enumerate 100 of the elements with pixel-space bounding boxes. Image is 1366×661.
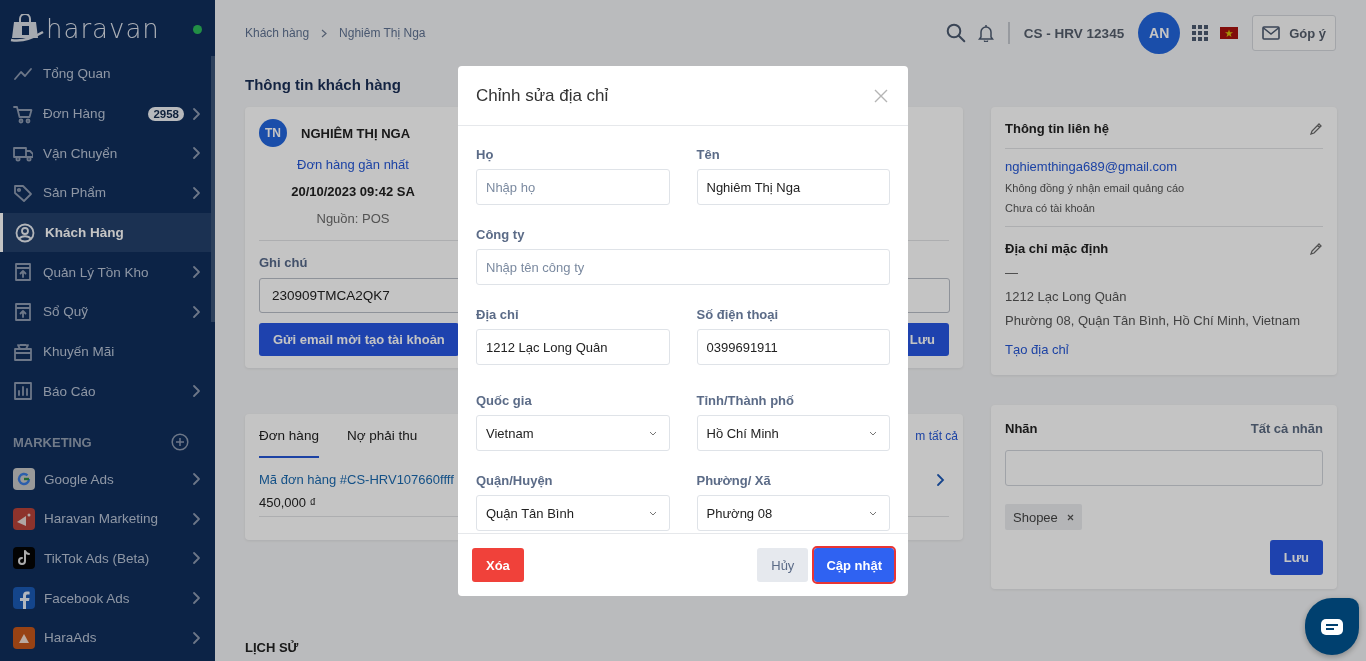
input-field[interactable]: 0399691911 [696, 329, 890, 365]
user-circle-icon [15, 222, 35, 243]
field-label: Số điện thoại [696, 307, 780, 322]
create-address-link[interactable]: Tạo địa chỉ [1005, 342, 1323, 357]
breadcrumb-link[interactable]: Nghiêm Thị Nga [339, 26, 426, 40]
order-source: Nguồn: POS [316, 211, 390, 226]
update-button[interactable]: Cập nhật [814, 548, 894, 582]
card-title: Thông tin liên hệ [1005, 121, 1109, 136]
input-field[interactable]: Nhập tên công ty [476, 249, 890, 285]
pencil-icon [1309, 241, 1323, 256]
music-note-app-icon [13, 547, 35, 570]
field-label: Công ty [476, 227, 526, 242]
cart-icon [13, 103, 33, 124]
save-button[interactable]: Lưu [1269, 540, 1323, 575]
sidebar-item[interactable]: Facebook Ads [0, 578, 215, 618]
archive-icon [13, 262, 33, 283]
chat-button[interactable] [1305, 598, 1359, 655]
order-date: 20/10/2023 09:42 SA [291, 184, 415, 199]
card-title: Nhãn [1005, 421, 1038, 436]
chevron-right-icon [192, 185, 201, 200]
sidebar-item[interactable]: HaraAds [0, 617, 215, 658]
address-line: 1212 Lạc Long Quân [1005, 289, 1128, 304]
input-field[interactable]: Nhập họ [476, 169, 670, 205]
sidebar-item[interactable]: Khuyến Mãi [0, 331, 215, 372]
dropdown[interactable]: Phường 08 [696, 495, 890, 531]
email-link[interactable]: nghiemthinga689@gmail.com [1005, 159, 1323, 174]
tag-field[interactable] [1005, 450, 1323, 486]
chevron-right-icon [192, 265, 201, 280]
cancel-button[interactable]: Hủy [757, 548, 809, 582]
pencil-icon [1309, 121, 1323, 136]
customer-avatar: TN [259, 119, 287, 147]
field-label: Tỉnh/Thành phố [696, 393, 795, 408]
triangle-app-icon [13, 626, 35, 649]
user-avatar[interactable]: AN [1138, 12, 1181, 54]
gift-icon [13, 341, 33, 362]
input-field[interactable]: Nghiêm Thị Nga [696, 169, 890, 205]
order-link[interactable]: Mã đơn hàng #CS-HRV107660ffff [259, 472, 454, 487]
tag-chip: Shopee [1005, 504, 1082, 530]
dropdown[interactable]: Quận Tân Bình [476, 495, 670, 531]
chevron-down-icon [648, 510, 657, 516]
sidebar-item[interactable]: Báo Cáo [0, 371, 215, 412]
chevron-down-icon [869, 510, 877, 516]
count-badge: 2958 [148, 106, 184, 121]
flag-icon [1220, 27, 1239, 39]
status-dot [193, 24, 202, 34]
chevron-right-icon [192, 551, 201, 566]
card-title: Địa chỉ mặc định [1005, 241, 1109, 256]
recent-order-link[interactable]: Đơn hàng gần nhất [297, 157, 409, 172]
all-tags-link[interactable]: Tất cả nhãn [1250, 421, 1323, 436]
dialog-title: Chỉnh sửa địa chỉ [476, 85, 609, 106]
sidebar-item[interactable]: TikTok Ads (Beta) [0, 538, 215, 579]
feedback-button[interactable]: Góp ý [1252, 15, 1336, 51]
dropdown[interactable]: Hồ Chí Minh [696, 415, 890, 451]
apps-grid-icon [1192, 25, 1209, 41]
sidebar-item[interactable]: Haravan Marketing [0, 498, 215, 539]
chat-icon [1320, 617, 1344, 636]
chevron-right-icon [192, 146, 201, 161]
close-icon [874, 88, 888, 103]
address-line: — [1005, 265, 1019, 280]
field-label: Phường/ Xã [696, 473, 772, 488]
mail-icon [1262, 26, 1281, 40]
field-label: Họ [476, 147, 495, 162]
status-text: Không đồng ý nhận email quảng cáo [1005, 182, 1186, 194]
chevron-right-icon [192, 472, 201, 487]
chevron-down-icon [648, 430, 657, 436]
archive-icon [13, 301, 33, 322]
chevron-right-icon [936, 472, 945, 487]
chevron-right-icon [192, 630, 201, 645]
sidebar-item[interactable]: Google Ads [0, 459, 215, 499]
field-label: Ghi chú [259, 255, 308, 270]
field-label: Quốc gia [476, 393, 533, 408]
add-circle-icon [171, 433, 189, 452]
tab[interactable]: Đơn hàng [259, 414, 319, 458]
bell-icon [977, 24, 994, 42]
section-title: MARKETING [13, 434, 92, 450]
chevron-right-icon [192, 511, 201, 526]
facebook-app-icon [13, 587, 35, 610]
tab[interactable]: Nợ phải thu [346, 414, 418, 458]
delete-button[interactable]: Xóa [472, 548, 524, 582]
field-label: Địa chỉ [476, 307, 520, 322]
account-name[interactable]: CS - HRV 12345 [1023, 25, 1125, 41]
field-label: Quận/Huyện [476, 473, 554, 488]
address-line: Phường 08, Quận Tân Bình, Hồ Chí Minh, Vietnam [1005, 313, 1301, 328]
invite-email-button[interactable]: Gửi email mời tạo tài khoản [259, 323, 459, 356]
close-icon [1066, 513, 1074, 521]
tag-icon [13, 182, 33, 203]
chevron-right-icon [192, 304, 201, 319]
megaphone-app-icon [13, 507, 35, 530]
breadcrumb-link[interactable]: Khách hàng [245, 26, 310, 40]
logo[interactable]: haravan [46, 14, 160, 44]
google-app-icon [13, 468, 35, 491]
chevron-right-icon [192, 591, 201, 606]
dropdown[interactable]: Vietnam [476, 415, 670, 451]
input-field[interactable]: 1212 Lạc Long Quân [476, 329, 670, 365]
customer-name: NGHIÊM THỊ NGA [301, 125, 411, 141]
shopping-bag-logo-icon [10, 14, 44, 44]
bar-chart-icon [13, 381, 33, 402]
search-icon [945, 23, 966, 43]
view-all-link[interactable]: m tất cả [915, 429, 958, 443]
field-label: Tên [696, 147, 721, 162]
